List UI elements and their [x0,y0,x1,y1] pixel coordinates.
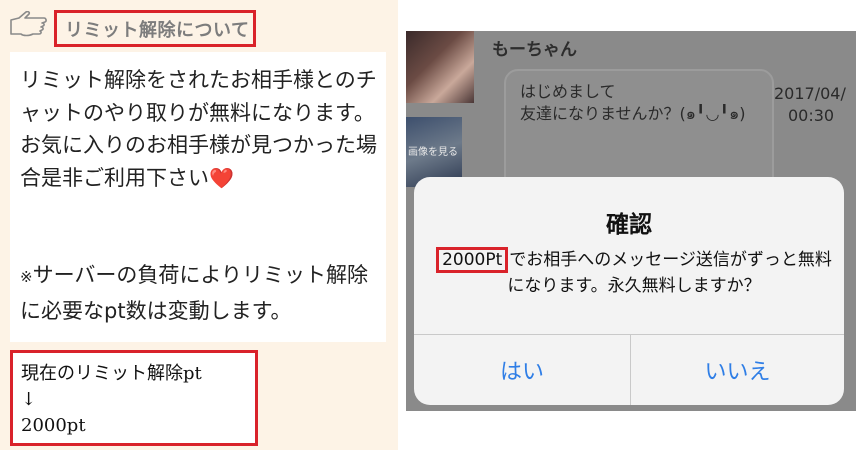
limit-info-panel: リミット解除について リミット解除をされたお相手様とのチャットのやり取りが無料に… [0,0,398,450]
current-pt-value: 2000pt [21,415,86,436]
description-line-2: お気に入りのお相手様が見つかった場合是非ご利用下さい❤️ [20,129,382,194]
header-highlight-box: リミット解除について [54,10,256,47]
confirm-dialog: 確認 2000Pt でお相手へのメッセージ送信がずっと無料になります。永久無料しま… [414,177,844,405]
message-line-2: 友達になりませんか？(๑╹◡╹๑) [520,104,746,123]
description-card: リミット解除をされたお相手様とのチャットのやり取りが無料になります。 お気に入り… [10,52,386,342]
dialog-message-text: でお相手へのメッセージ送信がずっと無料になります。永久無料しますか？ [507,250,832,296]
avatar[interactable] [406,31,474,103]
section-title: リミット解除について [65,19,250,41]
down-arrow-icon: ↓ [21,389,37,410]
current-pt-label: 現在のリミット解除pt [21,363,202,384]
yes-button[interactable]: はい [414,335,630,405]
message-line-1: はじめまして [520,82,616,101]
note-mark: ※ [20,268,33,286]
dialog-message: 2000Pt でお相手へのメッセージ送信がずっと無料になります。永久無料しますか？ [436,247,832,299]
description-text: リミット解除をされたお相手様とのチャットのやり取りが無料になります。 お気に入り… [20,64,382,194]
pointing-hand-icon [6,6,50,42]
message-time: 00:30 [788,106,835,125]
current-pt-box: 現在のリミット解除pt ↓ 2000pt [10,350,258,446]
chat-screenshot: もーちゃん 画像を見る はじめまして 友達になりませんか？(๑╹◡╹๑) 201… [406,31,856,411]
message-timestamp: 2017/04/ 00:30 [774,83,856,127]
description-line-1: リミット解除をされたお相手様とのチャットのやり取りが無料になります。 [20,68,377,125]
no-button[interactable]: いいえ [631,335,844,405]
heart-icon: ❤️ [209,165,234,190]
dialog-title: 確認 [606,212,652,238]
section-header: リミット解除について [6,6,306,47]
description-line-2-text: お気に入りのお相手様が見つかった場合是非ご利用下さい [20,133,377,190]
chat-username: もーちゃん [492,40,577,60]
note-text: ※サーバーの負荷によりリミット解除に必要なpt数は変動します。 [20,258,382,328]
message-date: 2017/04/ [774,84,846,103]
note-body: サーバーの負荷によりリミット解除に必要なpt数は変動します。 [20,263,368,323]
pt-amount-highlight: 2000Pt [436,247,509,273]
view-image-label: 画像を見る [408,147,458,158]
